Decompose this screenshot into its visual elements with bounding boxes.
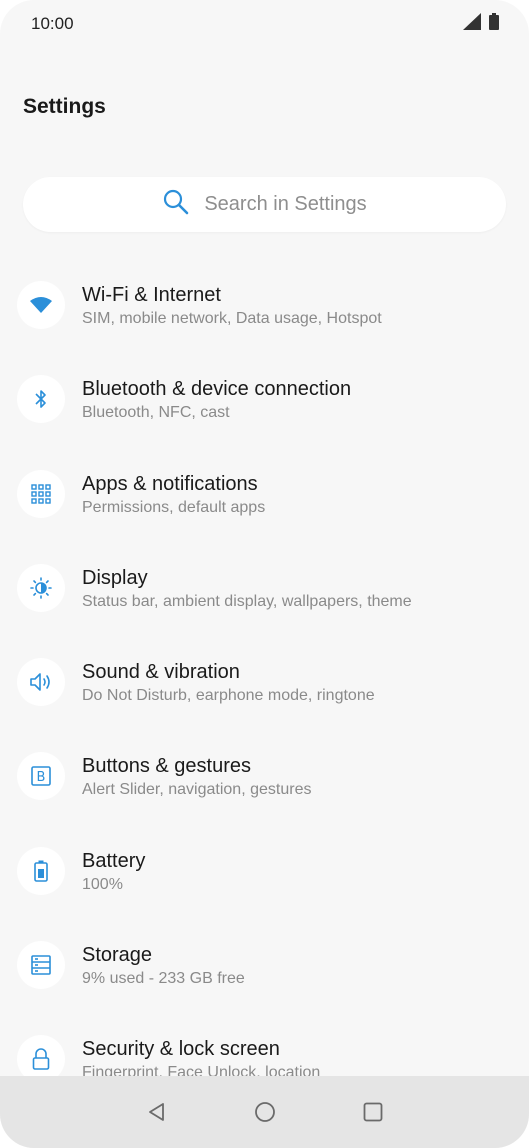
wifi-icon xyxy=(17,281,65,329)
settings-item-subtitle: SIM, mobile network, Data usage, Hotspot xyxy=(82,310,382,327)
settings-item-subtitle: Do Not Disturb, earphone mode, ringtone xyxy=(82,687,375,705)
settings-item-title: Buttons & gestures xyxy=(82,755,251,778)
settings-item-title: Bluetooth & device connection xyxy=(82,378,352,401)
settings-item-title: Security & lock screen xyxy=(82,1038,280,1061)
settings-item-subtitle: Status bar, ambient display, wallpapers,… xyxy=(82,592,412,610)
battery-icon xyxy=(17,846,65,895)
settings-item-title: Battery xyxy=(82,849,146,872)
settings-item-battery[interactable]: Battery 100% xyxy=(0,824,529,918)
back-icon[interactable] xyxy=(140,1095,174,1129)
navigation-bar xyxy=(0,1076,529,1148)
brightness-icon xyxy=(17,563,65,612)
lock-icon xyxy=(17,1035,65,1076)
apps-grid-icon xyxy=(17,469,65,518)
status-bar: 10:00 xyxy=(0,0,529,48)
storage-icon xyxy=(17,941,65,990)
phone-screen: 10:00 Settings Search in Settings Wi-Fi … xyxy=(0,0,529,1148)
search-placeholder: Search in Settings xyxy=(204,193,367,215)
settings-item-title: Sound & vibration xyxy=(82,661,240,684)
search-icon xyxy=(162,188,190,221)
status-icons xyxy=(463,13,499,35)
settings-item-subtitle: Permissions, default apps xyxy=(82,498,266,516)
signal-icon xyxy=(463,13,481,35)
search-input[interactable]: Search in Settings xyxy=(23,177,506,232)
settings-item-subtitle: Alert Slider, navigation, gestures xyxy=(82,781,312,799)
svg-text:B: B xyxy=(37,770,46,785)
settings-item-subtitle: 9% used - 233 GB free xyxy=(82,970,245,988)
settings-item-subtitle: 100% xyxy=(82,875,123,893)
page-title: Settings xyxy=(23,95,106,118)
settings-item-title: Storage xyxy=(82,944,153,967)
settings-item-bluetooth[interactable]: Bluetooth & device connection Bluetooth,… xyxy=(0,352,529,446)
settings-item-wifi[interactable]: Wi-Fi & Internet SIM, mobile network, Da… xyxy=(0,258,529,352)
settings-item-storage[interactable]: Storage 9% used - 233 GB free xyxy=(0,918,529,1012)
settings-list: Wi-Fi & Internet SIM, mobile network, Da… xyxy=(0,258,529,1076)
bluetooth-icon xyxy=(17,375,65,424)
settings-item-title: Display xyxy=(82,566,148,589)
settings-item-subtitle: Bluetooth, NFC, cast xyxy=(82,404,230,422)
settings-item-title: Apps & notifications xyxy=(82,472,258,495)
battery-icon xyxy=(489,13,499,35)
buttons-icon: B xyxy=(17,752,65,801)
settings-item-buttons[interactable]: B Buttons & gestures Alert Slider, navig… xyxy=(0,729,529,823)
recents-icon[interactable] xyxy=(356,1095,390,1129)
status-time: 10:00 xyxy=(31,14,74,33)
settings-item-display[interactable]: Display Status bar, ambient display, wal… xyxy=(0,541,529,635)
settings-item-apps[interactable]: Apps & notifications Permissions, defaul… xyxy=(0,447,529,541)
settings-item-subtitle: Fingerprint, Face Unlock, location xyxy=(82,1064,321,1076)
settings-item-security[interactable]: Security & lock screen Fingerprint, Face… xyxy=(0,1012,529,1076)
settings-item-sound[interactable]: Sound & vibration Do Not Disturb, earpho… xyxy=(0,635,529,729)
settings-item-title: Wi-Fi & Internet xyxy=(82,284,221,306)
speaker-icon xyxy=(17,658,65,707)
home-icon[interactable] xyxy=(248,1095,282,1129)
